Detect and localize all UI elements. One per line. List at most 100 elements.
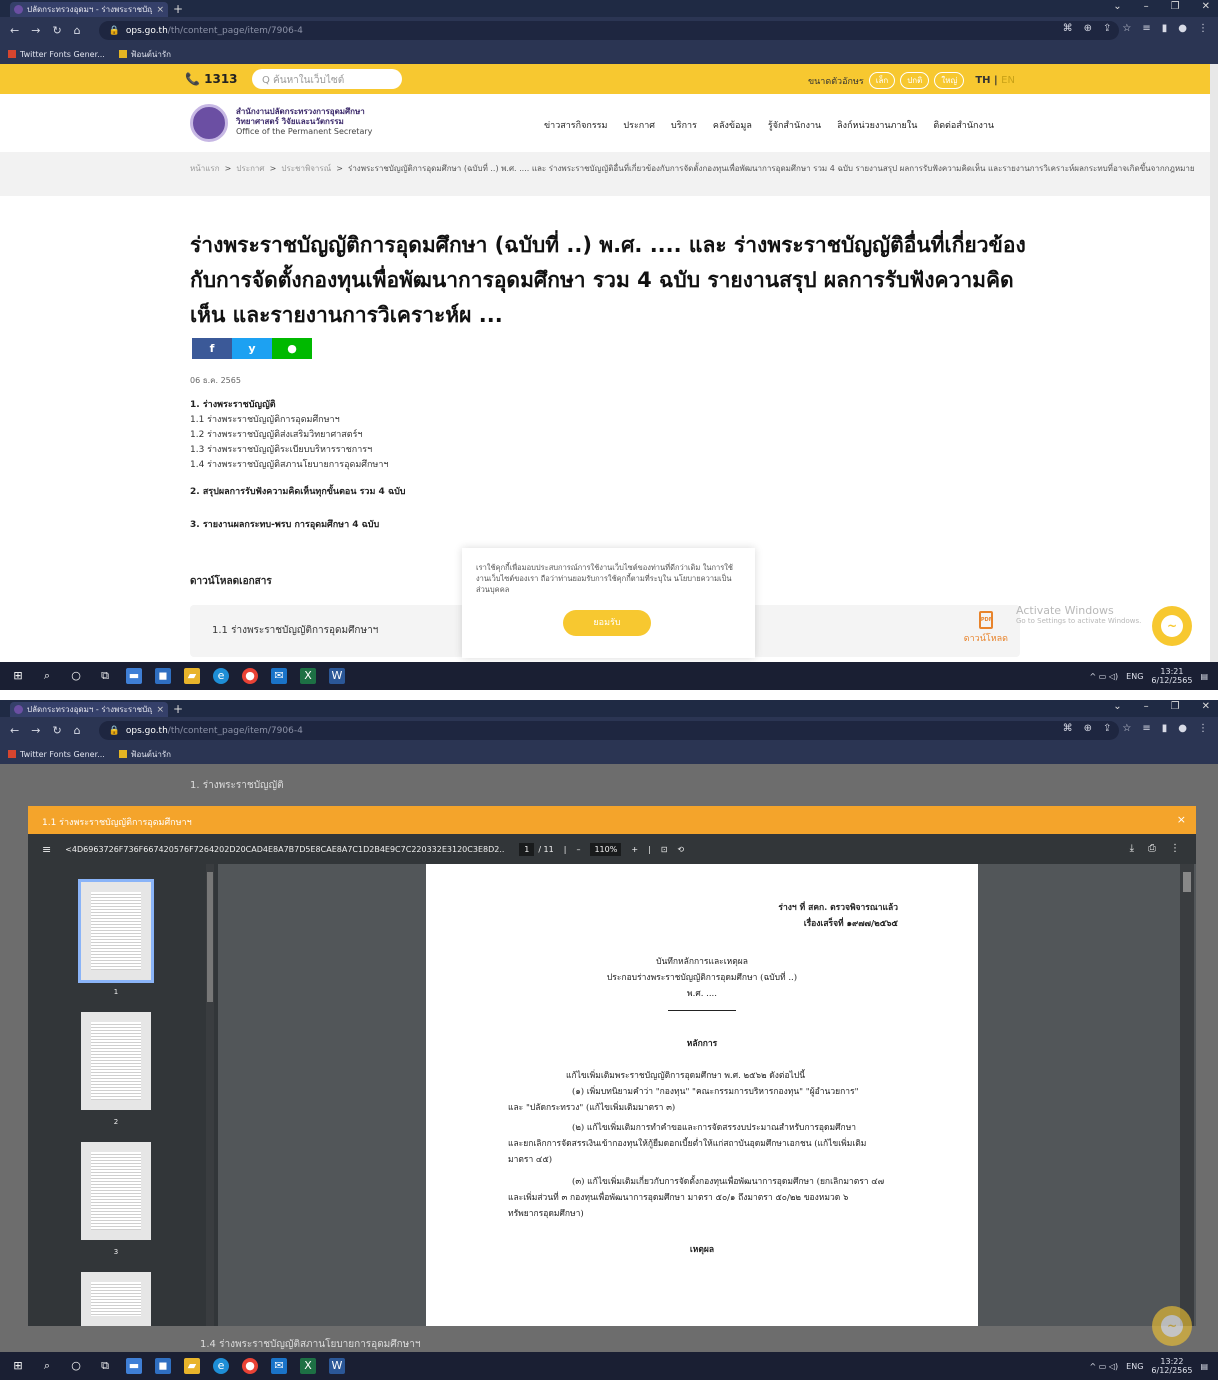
menu-announce[interactable]: ประกาศ [623, 118, 655, 132]
thumbnail-page[interactable] [78, 879, 154, 983]
site-search-input[interactable]: Q ค้นหาในเว็บไซต์ [252, 69, 402, 89]
sticky-notes-icon[interactable]: ▰ [184, 1358, 200, 1374]
url-field[interactable]: 🔒 ops.go.th /th/content_page/item/7906-4 [98, 21, 1119, 40]
menu-contact[interactable]: ติดต่อสำนักงาน [933, 118, 994, 132]
thumbnail-scrollbar[interactable] [206, 864, 214, 1326]
store-icon[interactable]: ◼ [155, 668, 171, 684]
mail-icon[interactable]: ✉ [271, 1358, 287, 1374]
download-item-name[interactable]: 1.1 ร่างพระราชบัญญัติการอุดมศึกษาฯ [212, 623, 378, 638]
thumbnail-page[interactable] [81, 1272, 151, 1326]
restore-icon[interactable]: ❐ [1171, 1, 1180, 12]
bookmark-item[interactable]: ฟ้อนต์น่ารัก [118, 748, 171, 761]
notification-icon[interactable]: ▤ [1200, 672, 1208, 681]
input-language[interactable]: ENG [1126, 1362, 1143, 1371]
bookmark-item[interactable]: Twitter Fonts Gener... [8, 50, 105, 59]
line-share-button[interactable]: ● [272, 338, 312, 359]
store-icon[interactable]: ◼ [155, 1358, 171, 1374]
rotate-icon[interactable]: ⟲ [677, 845, 684, 854]
file-explorer-icon[interactable]: ▬ [126, 668, 142, 684]
minimize-icon[interactable]: – [1144, 701, 1149, 712]
messenger-chat-button[interactable]: ~ [1152, 606, 1192, 646]
excel-icon[interactable]: X [300, 1358, 316, 1374]
page-number-input[interactable]: 1 [519, 842, 535, 856]
reading-list-icon[interactable]: ≡ [1142, 23, 1150, 34]
clock[interactable]: 13:21 6/12/2565 [1151, 667, 1192, 685]
share-icon[interactable]: ⇪ [1103, 23, 1111, 34]
sticky-notes-icon[interactable]: ▰ [184, 668, 200, 684]
new-tab-button[interactable]: + [173, 2, 183, 16]
lang-en[interactable]: EN [1001, 75, 1015, 86]
font-small-button[interactable]: เล็ก [868, 72, 896, 89]
scroll-thumb[interactable] [1183, 872, 1191, 892]
browser-tab[interactable]: ปลัดกระทรวงอุดมฯ - ร่างพระราชบัญญัติการ … [10, 2, 168, 17]
lang-th[interactable]: TH [975, 75, 990, 86]
sidepanel-icon[interactable]: ▮ [1162, 723, 1168, 734]
restore-icon[interactable]: ❐ [1171, 701, 1180, 712]
notification-icon[interactable]: ▤ [1200, 1362, 1208, 1371]
word-icon[interactable]: W [329, 1358, 345, 1374]
scroll-thumb[interactable] [207, 872, 213, 1002]
search-icon[interactable]: ⌕ [39, 1358, 55, 1374]
reading-list-icon[interactable]: ≡ [1142, 723, 1150, 734]
cookie-accept-button[interactable]: ยอมรับ [563, 610, 651, 636]
twitter-share-button[interactable]: y [232, 338, 272, 359]
share-icon[interactable]: ⇪ [1103, 723, 1111, 734]
sidepanel-icon[interactable]: ▮ [1162, 23, 1168, 34]
facebook-share-button[interactable]: f [192, 338, 232, 359]
menu-services[interactable]: บริการ [671, 118, 697, 132]
print-icon[interactable]: ⎙ [1148, 843, 1156, 854]
tab-search-icon[interactable]: ⌄ [1113, 701, 1121, 712]
zoom-icon[interactable]: ⊕ [1084, 723, 1092, 734]
profile-avatar-icon[interactable]: ● [1178, 723, 1187, 734]
search-icon[interactable]: ⌕ [39, 668, 55, 684]
sidebar-menu-icon[interactable]: ≡ [42, 843, 51, 856]
menu-about[interactable]: รู้จักสำนักงาน [768, 118, 821, 132]
font-normal-button[interactable]: ปกติ [900, 72, 930, 89]
page-scrollbar[interactable] [1210, 64, 1218, 662]
chrome-icon[interactable]: ● [242, 668, 258, 684]
tab-close-icon[interactable]: × [156, 705, 164, 715]
cortana-icon[interactable]: ○ [68, 1358, 84, 1374]
zoom-out-icon[interactable]: – [576, 845, 580, 854]
modal-close-icon[interactable]: × [1177, 813, 1186, 826]
font-large-button[interactable]: ใหญ่ [934, 72, 965, 89]
zoom-in-icon[interactable]: + [631, 845, 638, 854]
new-tab-button[interactable]: + [173, 702, 183, 716]
more-menu-icon[interactable]: ⋮ [1198, 723, 1208, 734]
input-language[interactable]: ENG [1126, 672, 1143, 681]
fit-page-icon[interactable]: ⊡ [661, 845, 668, 854]
cortana-icon[interactable]: ○ [68, 668, 84, 684]
windows-start-icon[interactable]: ⊞ [10, 1358, 26, 1374]
menu-data[interactable]: คลังข้อมูล [713, 118, 752, 132]
word-icon[interactable]: W [329, 668, 345, 684]
excel-icon[interactable]: X [300, 668, 316, 684]
zoom-icon[interactable]: ⊕ [1084, 23, 1092, 34]
bookmark-item[interactable]: Twitter Fonts Gener... [8, 750, 105, 759]
forward-icon[interactable]: → [31, 724, 40, 737]
edge-icon[interactable]: e [213, 668, 229, 684]
reload-icon[interactable]: ↻ [52, 24, 61, 37]
crumb-hearing[interactable]: ประชาพิจารณ์ [281, 164, 331, 173]
home-icon[interactable]: ⌂ [74, 724, 81, 737]
bookmark-star-icon[interactable]: ☆ [1122, 723, 1131, 734]
profile-avatar-icon[interactable]: ● [1178, 23, 1187, 34]
chrome-icon[interactable]: ● [242, 1358, 258, 1374]
back-icon[interactable]: ← [10, 724, 19, 737]
edge-icon[interactable]: e [213, 1358, 229, 1374]
more-options-icon[interactable]: ⋮ [1170, 843, 1180, 854]
reload-icon[interactable]: ↻ [52, 724, 61, 737]
url-field[interactable]: 🔒 ops.go.th /th/content_page/item/7906-4 [98, 721, 1119, 740]
windows-start-icon[interactable]: ⊞ [10, 668, 26, 684]
language-switch[interactable]: TH | EN [975, 75, 1015, 86]
thumbnail-page[interactable] [81, 1142, 151, 1240]
mail-icon[interactable]: ✉ [271, 668, 287, 684]
file-explorer-icon[interactable]: ▬ [126, 1358, 142, 1374]
close-window-icon[interactable]: ✕ [1202, 701, 1210, 712]
task-view-icon[interactable]: ⧉ [97, 668, 113, 684]
browser-tab[interactable]: ปลัดกระทรวงอุดมฯ - ร่างพระราชบัญญัติการ … [10, 702, 168, 717]
more-menu-icon[interactable]: ⋮ [1198, 23, 1208, 34]
home-icon[interactable]: ⌂ [74, 24, 81, 37]
bookmark-item[interactable]: ฟ้อนต์น่ารัก [118, 48, 171, 61]
tab-search-icon[interactable]: ⌄ [1113, 1, 1121, 12]
thumbnail-page[interactable] [81, 1012, 151, 1110]
